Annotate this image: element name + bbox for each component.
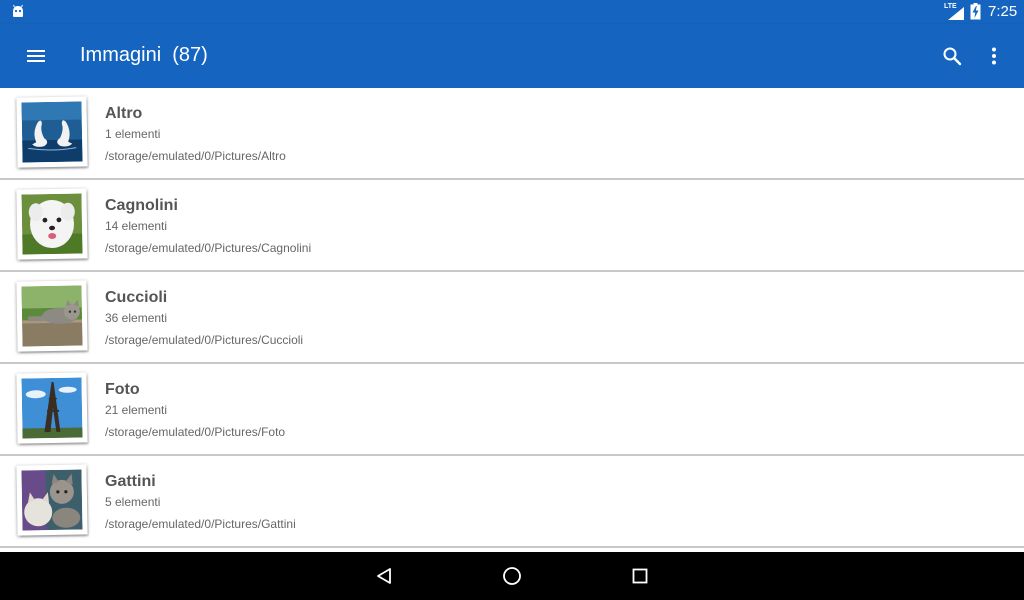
search-button[interactable] [932,36,972,76]
album-count: 14 elementi [105,219,168,233]
menu-button[interactable] [16,36,56,76]
album-path: /storage/emulated/0/Pictures/Cagnolini [105,241,312,255]
system-navigation-bar [0,552,1024,600]
album-count: 1 elementi [105,127,161,141]
album-list: Altro 1 elementi /storage/emulated/0/Pic… [0,88,1024,552]
album-path: /storage/emulated/0/Pictures/Foto [105,425,286,439]
album-row-cuccioli[interactable]: Cuccioli 36 elementi /storage/emulated/0… [0,272,1024,364]
lte-signal-icon: LTE [944,3,964,20]
home-button[interactable] [494,558,530,594]
album-thumbnail [16,372,88,444]
album-row-cagnolini[interactable]: Cagnolini 14 elementi /storage/emulated/… [0,180,1024,272]
album-path: /storage/emulated/0/Pictures/Cuccioli [105,333,304,347]
app-bar: Immagini (87) [0,24,1024,88]
album-row-altro[interactable]: Altro 1 elementi /storage/emulated/0/Pic… [0,88,1024,180]
back-button[interactable] [366,558,402,594]
album-row-foto[interactable]: Foto 21 elementi /storage/emulated/0/Pic… [0,364,1024,456]
search-icon [943,47,962,66]
album-title: Gattini [105,473,156,490]
home-icon [503,567,521,585]
android-debug-icon [13,4,23,17]
hamburger-menu-icon [27,50,45,62]
cat-on-ledge-thumbnail-image [21,285,83,347]
album-path: /storage/emulated/0/Pictures/Altro [105,149,286,163]
album-thumbnail [16,96,88,168]
album-count: 21 elementi [105,403,168,417]
album-row-gattini[interactable]: Gattini 5 elementi /storage/emulated/0/P… [0,456,1024,548]
recents-icon [632,568,648,584]
battery-charging-icon [970,3,981,20]
album-title: Altro [105,105,143,122]
white-puppy-thumbnail-image [21,193,83,255]
status-clock: 7:25 [988,3,1018,20]
overflow-menu-button[interactable] [974,36,1014,76]
album-thumbnail [16,280,88,352]
kittens-thumbnail-image [21,469,83,531]
album-count: 36 elementi [105,311,168,325]
swans-thumbnail-image [21,101,83,163]
more-vert-icon [992,47,996,65]
status-bar: LTE 7:25 [0,0,1024,24]
album-thumbnail [16,464,88,536]
album-thumbnail [16,188,88,260]
album-path: /storage/emulated/0/Pictures/Gattini [105,517,296,531]
page-title: Immagini (87) [80,44,208,66]
album-title: Cuccioli [105,289,168,306]
album-count: 5 elementi [105,495,161,509]
eiffel-tower-thumbnail-image [21,377,83,439]
album-title: Cagnolini [105,197,178,214]
recents-button[interactable] [622,558,658,594]
album-title: Foto [105,381,140,398]
back-icon [377,568,391,584]
